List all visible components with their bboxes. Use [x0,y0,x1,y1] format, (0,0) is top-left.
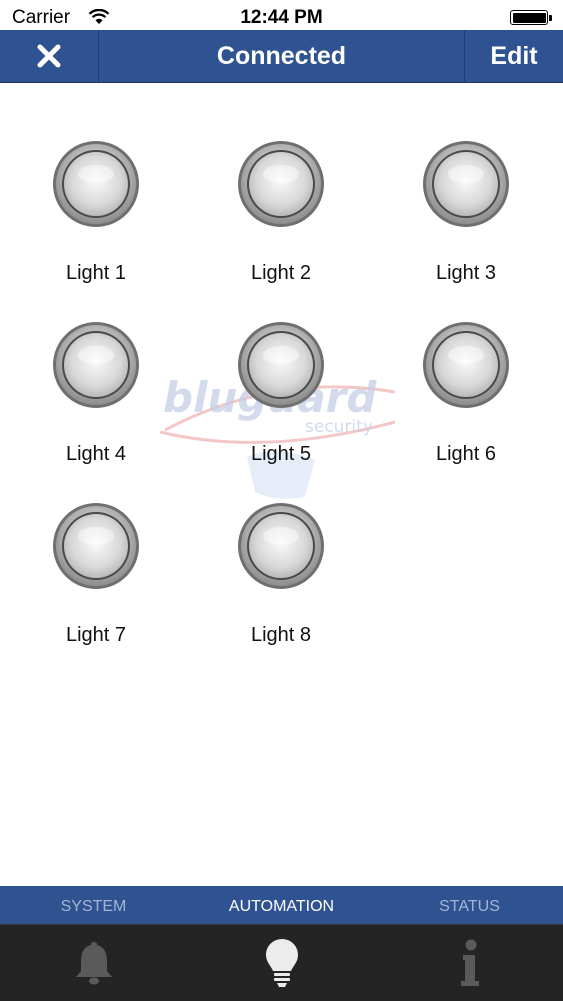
light-bulb-button-icon [53,503,139,589]
light-bulb-button-icon [238,322,324,408]
tab-bar-labels: SYSTEM AUTOMATION STATUS [0,886,563,924]
page-title: Connected [216,42,347,70]
light-6[interactable]: Light 6 [396,321,536,466]
light-8[interactable]: Light 8 [211,502,351,647]
light-label: Light 2 [250,262,312,284]
light-5[interactable]: Light 5 [211,321,351,466]
tab-automation-icon-button[interactable] [187,925,376,1001]
battery-icon [510,10,552,25]
light-bulb-button-icon [53,322,139,408]
light-3[interactable]: Light 3 [396,140,536,285]
light-1[interactable]: Light 1 [26,140,166,285]
light-bulb-button-icon [423,322,509,408]
light-2[interactable]: Light 2 [211,140,351,285]
bell-icon [75,942,112,985]
light-label: Light 8 [250,624,312,646]
status-bar: Carrier 12:44 PM [0,0,563,30]
light-label: Light 7 [65,624,127,646]
lightbulb-icon [265,939,298,987]
light-label: Light 3 [435,262,497,284]
light-bulb-button-icon [53,141,139,227]
clock: 12:44 PM [240,7,323,28]
tab-status-icon-button[interactable] [376,925,563,1001]
light-bulb-button-icon [423,141,509,227]
navigation-bar: Connected Edit [0,30,563,83]
light-bulb-button-icon [238,503,324,589]
light-7[interactable]: Light 7 [26,502,166,647]
light-label: Light 4 [65,443,127,465]
tab-system-icon-button[interactable] [0,925,187,1001]
light-4[interactable]: Light 4 [26,321,166,466]
light-label: Light 5 [250,443,312,465]
tab-status[interactable]: STATUS [376,886,563,924]
close-icon [37,44,61,68]
light-label: Light 6 [435,443,497,465]
edit-button[interactable]: Edit [464,30,563,82]
info-icon [460,939,479,986]
tab-automation[interactable]: AUTOMATION [187,886,376,924]
tab-system[interactable]: SYSTEM [0,886,187,924]
light-label: Light 1 [65,262,127,284]
tab-bar-icons [0,924,563,1001]
close-button[interactable] [0,30,99,82]
light-bulb-button-icon [238,141,324,227]
